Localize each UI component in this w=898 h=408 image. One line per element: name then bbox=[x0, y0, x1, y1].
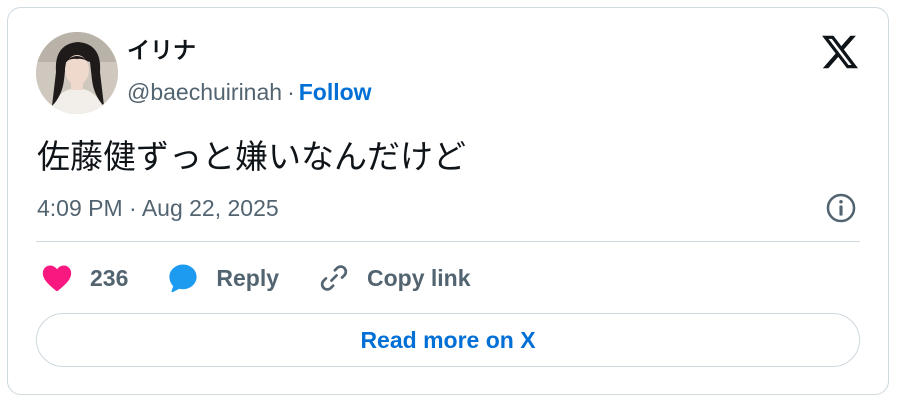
author-handle-row: @baechuirinah · Follow bbox=[127, 78, 372, 106]
handle-separator: · bbox=[287, 79, 295, 105]
avatar[interactable] bbox=[36, 32, 118, 114]
speech-bubble-icon bbox=[169, 264, 197, 293]
link-icon bbox=[320, 265, 348, 291]
avatar-image bbox=[36, 32, 118, 114]
follow-button[interactable]: Follow bbox=[299, 79, 372, 105]
x-logo-icon[interactable] bbox=[820, 32, 860, 72]
author-handle[interactable]: @baechuirinah bbox=[127, 79, 282, 105]
tweet-timestamp[interactable]: 4:09 PM · Aug 22, 2025 bbox=[37, 194, 279, 222]
tweet-text: 佐藤健ずっと嫌いなんだけど bbox=[37, 138, 466, 175]
copy-link-button[interactable]: Copy link bbox=[317, 261, 471, 295]
tweet-embed-card: イリナ @baechuirinah · Follow 佐藤健ずっと嫌いなんだけど 4… bbox=[7, 7, 889, 395]
author-display-name[interactable]: イリナ bbox=[127, 36, 196, 64]
like-button[interactable]: 236 bbox=[40, 261, 128, 295]
divider bbox=[36, 241, 860, 242]
reply-label: Reply bbox=[216, 264, 280, 291]
copy-link-label: Copy link bbox=[367, 264, 471, 291]
action-bar: 236 Reply Copy link bbox=[40, 260, 509, 296]
info-icon[interactable] bbox=[824, 191, 858, 225]
like-count: 236 bbox=[90, 264, 129, 291]
heart-icon bbox=[42, 265, 72, 292]
read-more-button[interactable]: Read more on X bbox=[36, 313, 860, 367]
reply-button[interactable]: Reply bbox=[166, 261, 279, 295]
